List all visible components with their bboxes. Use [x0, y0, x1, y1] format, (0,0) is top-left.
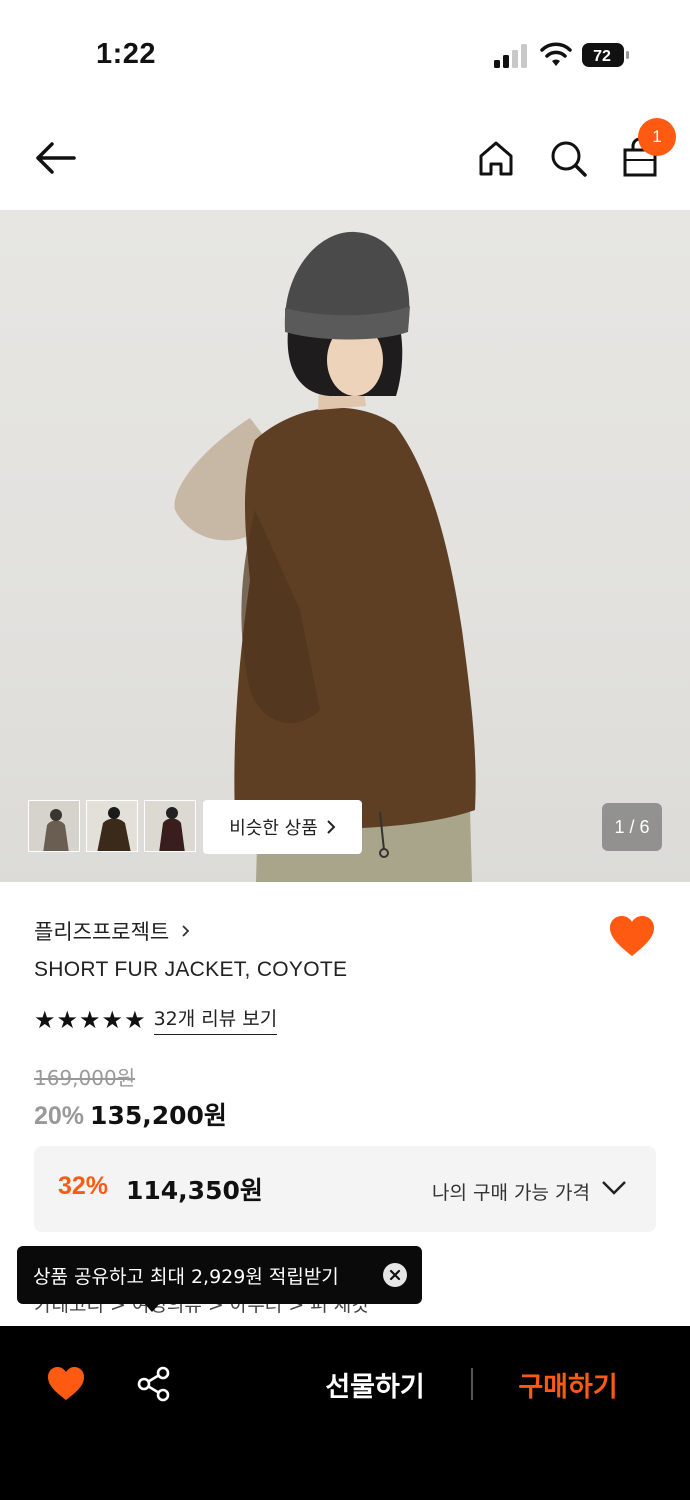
- star-icon: ★: [56, 1005, 79, 1034]
- thumbnail-3[interactable]: [144, 800, 196, 852]
- cellular-signal-icon: [494, 44, 527, 68]
- buy-button[interactable]: 구매하기: [490, 1362, 646, 1406]
- star-icon: ★: [101, 1005, 124, 1034]
- original-price: 169,000원: [34, 1066, 136, 1090]
- wishlist-heart-icon[interactable]: [608, 914, 656, 958]
- close-tooltip-button[interactable]: [383, 1263, 407, 1287]
- product-image-gallery[interactable]: 비슷한 상품 1 / 6: [0, 210, 690, 882]
- divider: [471, 1368, 473, 1400]
- like-heart-icon[interactable]: [46, 1366, 86, 1402]
- chevron-right-icon: [327, 820, 336, 834]
- chevron-right-icon: [182, 925, 190, 937]
- cart-count-badge: 1: [638, 118, 676, 156]
- chevron-down-icon: [602, 1181, 626, 1195]
- home-icon[interactable]: [474, 136, 518, 180]
- share-reward-tooltip: 상품 공유하고 최대 2,929원 적립받기: [17, 1246, 422, 1312]
- top-nav: [0, 110, 690, 210]
- thumbnail-1[interactable]: [28, 800, 80, 852]
- review-link[interactable]: 32개 리뷰 보기: [153, 1004, 278, 1035]
- best-discount-rate: 32%: [58, 1172, 109, 1200]
- best-price-label: 나의 구매 가능 가격: [432, 1182, 590, 1204]
- gift-button[interactable]: 선물하기: [300, 1362, 450, 1406]
- my-best-price-panel[interactable]: 32% 114,350원 나의 구매 가능 가격: [34, 1146, 656, 1232]
- gallery-page-indicator: 1 / 6: [602, 803, 662, 851]
- price-row: 20% 135,200원: [34, 1096, 227, 1132]
- bottom-action-bar: 선물하기 구매하기: [0, 1326, 690, 1500]
- battery-icon: 72: [582, 43, 629, 67]
- back-arrow-icon[interactable]: [30, 138, 80, 178]
- brand-link[interactable]: 플리즈프로젝트: [34, 916, 190, 946]
- product-photo: [174, 231, 476, 882]
- star-icon: ★: [124, 1005, 146, 1034]
- similar-products-label: 비슷한 상품: [229, 818, 318, 839]
- close-icon: [389, 1269, 401, 1281]
- status-bar: 1:22 72: [0, 0, 690, 100]
- star-rating: ★ ★ ★ ★ ★: [34, 1006, 146, 1034]
- wifi-icon: [540, 42, 572, 66]
- star-icon: ★: [34, 1005, 56, 1034]
- brand-name: 플리즈프로젝트: [34, 920, 170, 944]
- product-title: SHORT FUR JACKET, COYOTE: [34, 958, 348, 981]
- thumbnail-2[interactable]: [86, 800, 138, 852]
- star-icon: ★: [79, 1005, 101, 1034]
- thumbnail-strip: [28, 800, 196, 852]
- share-icon[interactable]: [136, 1366, 172, 1402]
- battery-level: 72: [593, 48, 611, 65]
- similar-products-button[interactable]: 비슷한 상품: [203, 800, 362, 854]
- status-time: 1:22: [96, 38, 157, 70]
- discount-rate: 20%: [34, 1102, 85, 1130]
- sale-price: 135,200원: [90, 1101, 227, 1130]
- rating-row: ★ ★ ★ ★ ★ 32개 리뷰 보기: [34, 1004, 278, 1035]
- best-price: 114,350원: [126, 1176, 263, 1205]
- tooltip-pointer: [143, 1302, 161, 1312]
- search-icon[interactable]: [546, 136, 590, 180]
- tooltip-text: 상품 공유하고 최대 2,929원 적립받기: [33, 1265, 339, 1288]
